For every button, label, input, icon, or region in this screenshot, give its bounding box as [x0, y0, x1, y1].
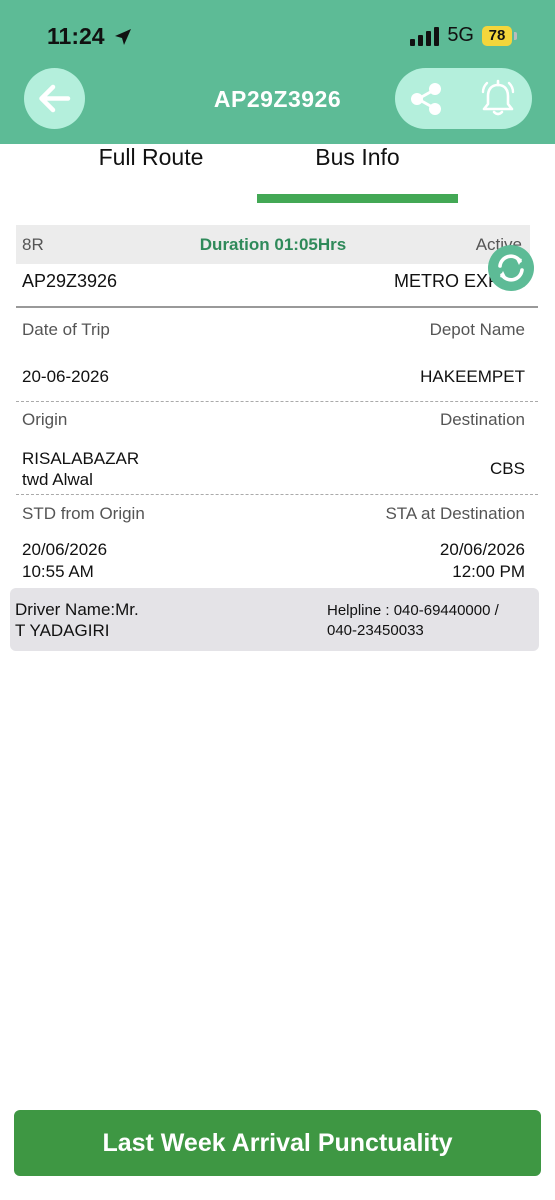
sta-label: STA at Destination	[385, 504, 525, 523]
sta-time: 12:00 PM	[452, 562, 525, 581]
origin-line2: twd Alwal	[22, 470, 93, 489]
driver-info-card: Driver Name:Mr. T YADAGIRI Helpline : 04…	[10, 588, 539, 651]
battery-level: 78	[482, 25, 512, 46]
location-arrow-icon	[115, 29, 131, 45]
refresh-button[interactable]	[488, 245, 534, 291]
depot-name-label: Depot Name	[429, 320, 525, 339]
destination-label: Destination	[439, 410, 525, 429]
share-icon[interactable]	[407, 80, 445, 118]
helpline-line2: 040-23450033	[327, 622, 424, 639]
header-actions	[395, 68, 532, 129]
divider	[16, 494, 538, 495]
trip-duration: Duration 01:05Hrs	[199, 235, 347, 254]
helpline[interactable]: Helpline : 040-69440000 / 040-23450033	[327, 601, 532, 641]
driver-name-line1: Driver Name:Mr.	[15, 600, 139, 619]
refresh-icon	[498, 254, 524, 282]
helpline-line1: Helpline : 040-69440000 /	[327, 602, 499, 619]
date-of-trip-label: Date of Trip	[22, 320, 110, 339]
signal-icon	[410, 26, 440, 46]
route-summary-bar: 8R Duration 01:05Hrs Active	[16, 225, 530, 264]
active-tab-indicator	[257, 194, 458, 203]
alarm-bell-icon[interactable]	[477, 78, 519, 120]
driver-name-line2: T YADAGIRI	[15, 621, 110, 640]
driver-name: Driver Name:Mr. T YADAGIRI	[15, 599, 215, 641]
status-indicators: 5G 78	[410, 24, 517, 47]
bus-registration: AP29Z3926	[22, 271, 118, 291]
std-time: 10:55 AM	[22, 562, 94, 581]
divider	[16, 306, 538, 308]
origin-line1: RISALABAZAR	[22, 449, 140, 468]
arrival-punctuality-button[interactable]: Last Week Arrival Punctuality	[14, 1110, 541, 1176]
tab-bus-info[interactable]: Bus Info	[257, 144, 458, 174]
std-label: STD from Origin	[22, 504, 145, 523]
destination-value: CBS	[490, 459, 525, 478]
depot-name-value: HAKEEMPET	[420, 367, 525, 386]
network-type: 5G	[447, 24, 474, 46]
std-date: 20/06/2026	[22, 540, 108, 559]
status-time: 11:24	[47, 23, 105, 49]
app-header: 11:24 5G 78 AP29Z3926	[0, 0, 555, 144]
origin-label: Origin	[22, 410, 68, 429]
divider	[16, 401, 538, 402]
sta-date: 20/06/2026	[439, 540, 525, 559]
tab-full-route[interactable]: Full Route	[46, 144, 256, 174]
battery-icon: 78	[482, 25, 517, 46]
date-of-trip-value: 20-06-2026	[22, 367, 109, 386]
